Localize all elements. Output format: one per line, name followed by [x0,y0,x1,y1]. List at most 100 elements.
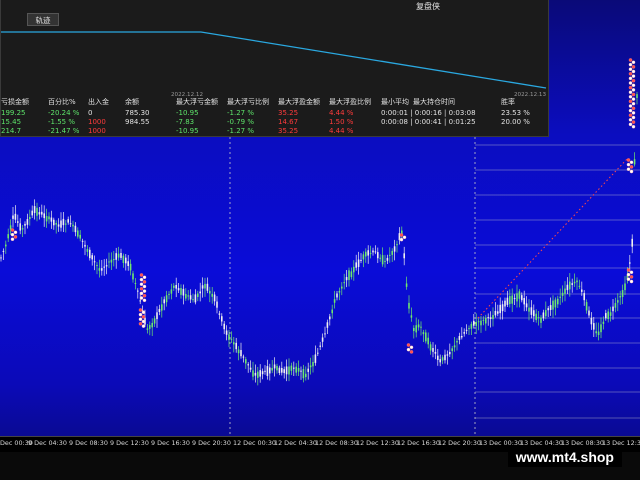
candle-body [45,216,48,222]
candle-body [468,328,470,330]
candle-body [501,304,504,312]
candle-body [283,369,285,374]
candle-body [43,213,45,219]
candle-body [480,320,482,326]
time-axis-label: 13 Dec 00:30 [479,439,522,447]
candle-body [74,225,77,233]
order-marker [139,296,144,300]
candle-body [288,366,290,375]
candle-body [235,342,237,350]
order-marker [626,272,631,277]
candle-body [518,291,521,299]
order-marker [631,69,636,74]
order-marker [141,324,146,328]
candle-body [437,355,439,360]
time-axis-label: 13 Dec 04:30 [520,439,563,447]
header-max-hold-time: 最大持仓时间 [413,98,455,106]
cell-max-float-loss: -7.83 [176,118,195,126]
header-deposit: 出入金 [88,98,109,106]
order-marker [626,167,631,171]
candle-body [571,283,573,285]
order-marker [406,347,411,352]
time-axis-label: 9 Dec 16:30 [151,439,190,447]
order-marker [631,65,636,69]
candle-body [499,304,501,314]
cell-deposit: 1000 [88,127,106,135]
candle-body [338,290,341,293]
order-marker [628,113,633,117]
candle-body [312,361,314,367]
candle-body [26,219,29,225]
candle-body [631,238,633,247]
candle-body [204,283,206,289]
order-marker [629,270,634,275]
candle-body [559,296,561,298]
panel-title: 复盘侠 [416,2,440,11]
candle-body [331,309,333,314]
order-marker [628,85,633,90]
candle-body [249,367,252,370]
candle-body [69,223,72,225]
header-loss-amount: 亏损金额 [1,98,29,106]
candle-body [497,311,499,314]
candle-body [595,331,597,334]
order-marker [13,230,18,235]
candle-body [163,299,165,304]
order-marker [138,312,143,317]
candle-body [115,253,117,260]
candle-body [228,334,230,340]
candle-body [153,318,156,324]
candle-body [175,284,177,289]
cell-win-rate: 23.53 % [501,109,530,117]
candle-body [377,252,379,259]
order-marker [628,104,633,108]
candle-body [379,257,381,259]
order-marker [628,58,633,62]
order-marker [138,322,143,326]
candle-body [353,266,355,273]
candle-body [633,159,636,165]
candle-body [122,255,125,263]
candle-body [362,254,365,260]
candle-body [120,253,122,258]
candle-body [89,249,91,259]
candle-body [252,370,254,377]
candle-body [91,255,93,260]
stats-row: 15.45 -1.55 % 1000 984.55 -7.83 -0.79 % … [1,118,550,127]
replay-stats-panel: 复盘侠 轨迹 2022.12.12 2022.12.13 亏损金额 百分比% 出… [0,0,549,137]
candle-body [429,344,432,351]
candle-body [473,320,475,326]
candle-body [386,257,389,261]
candle-body [494,310,497,316]
candle-body [420,326,422,328]
candle-body [614,303,617,308]
candle-body [564,288,566,294]
candle-body [590,317,593,325]
candle-body [53,219,55,226]
candle-body [509,296,511,305]
candle-body [105,265,108,267]
candle-body [530,307,533,315]
candle-body [257,371,259,378]
candle-body [506,297,509,305]
cell-max-float-profit: 35.25 [278,127,299,135]
order-marker [399,233,404,237]
candle-body [24,223,26,226]
candle-body [254,372,257,376]
order-marker [631,111,636,115]
candle-body [0,257,2,259]
candle-body [427,337,429,345]
candle-body [357,259,360,267]
order-marker [628,95,633,99]
candle-body [12,215,14,219]
candle-body [444,354,446,361]
order-marker [399,237,404,242]
candle-body [504,300,506,307]
candle-body [285,366,288,375]
order-marker [629,279,634,284]
candle-body [525,303,528,308]
candle-body [113,259,115,261]
candle-body [396,244,398,246]
candle-body [485,317,487,324]
header-max-float-profit-pct: 最大浮盈比例 [329,98,371,106]
